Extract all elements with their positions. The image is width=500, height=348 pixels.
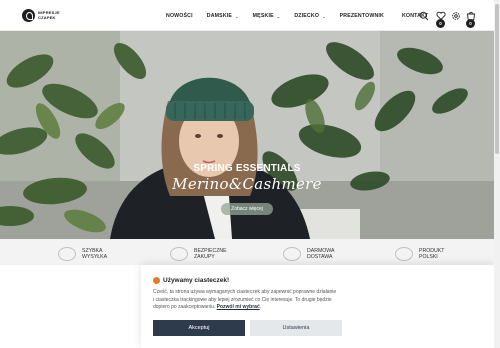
accept-cookies-button[interactable]: Akceptuj (153, 320, 245, 336)
brand-logo[interactable]: IMPRESJE CZAPEK (22, 9, 60, 22)
chevron-down-icon: ⌄ (322, 13, 326, 19)
wishlist-count-badge: 0 (436, 19, 445, 28)
gear-icon[interactable] (451, 11, 461, 21)
page-scrollbar[interactable] (494, 0, 500, 348)
cookie-consent-dialog: Używamy ciasteczek! Cześć, ta strona uży… (141, 265, 494, 348)
nav-item-dziecko[interactable]: DZIECKO ⌄ (294, 13, 325, 19)
cookie-title: Używamy ciasteczek! (153, 277, 229, 284)
truck-icon (58, 247, 76, 261)
shield-icon (170, 247, 188, 261)
features-strip: SZYBKA WYSYŁKA BEZPIECZNE ZAKUPY DARMOWA… (0, 239, 494, 265)
box-icon (283, 247, 301, 261)
chevron-down-icon: ⌄ (235, 13, 239, 19)
hero-title: Merino&Cashmere (172, 175, 322, 193)
hero-eyebrow: SPRING ESSENTIALS (193, 163, 301, 174)
scrollbar-thumb[interactable] (495, 4, 499, 154)
chevron-down-icon: ⌄ (276, 13, 281, 19)
cart-count-badge: 0 (466, 19, 475, 28)
logo-icon (22, 9, 35, 22)
feature-polish-product: PRODUKT POLSKI (395, 247, 459, 261)
cookie-settings-button[interactable]: Ustawienia (250, 320, 342, 336)
hero-cta-button[interactable]: Zobacz więcej (221, 203, 273, 215)
flag-icon (395, 247, 413, 261)
feature-secure: BEZPIECZNE ZAKUPY (170, 247, 234, 261)
cookie-description: Cześć, ta strona używa wymaganych ciaste… (153, 289, 337, 310)
nav-item-prezentownik[interactable]: PREZENTOWNIK (340, 13, 384, 19)
cookie-choose-link[interactable]: Pozwól mi wybrać (217, 304, 260, 310)
site-header: IMPRESJE CZAPEK NOWOŚCI DAMSKIE ⌄ MĘSKIE ⌄… (0, 0, 494, 31)
feature-free-delivery: DARMOWA DOSTAWA (283, 247, 347, 261)
nav-item-damskie[interactable]: DAMSKIE ⌄ (207, 13, 239, 19)
feature-shipping: SZYBKA WYSYŁKA (58, 247, 122, 261)
hero-banner[interactable]: SPRING ESSENTIALS Merino&Cashmere Zobacz… (0, 31, 494, 239)
main-nav: NOWOŚCI DAMSKIE ⌄ MĘSKIE ⌄ DZIECKO ⌄ PREZEN… (166, 13, 428, 19)
nav-item-nowosci[interactable]: NOWOŚCI (166, 13, 193, 19)
nav-item-meskie[interactable]: MĘSKIE ⌄ (253, 13, 281, 19)
search-icon[interactable] (419, 11, 429, 21)
cookie-icon (153, 277, 160, 284)
logo-text: IMPRESJE CZAPEK (38, 10, 60, 20)
